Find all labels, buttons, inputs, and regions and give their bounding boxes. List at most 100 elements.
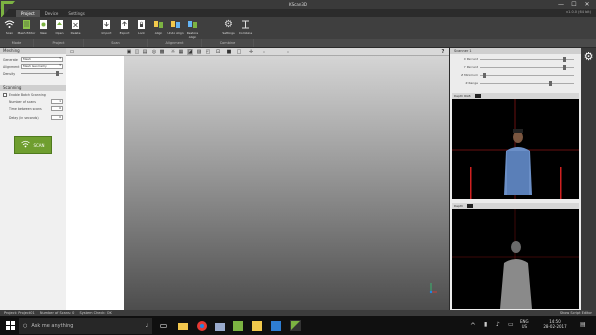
sphere-icon[interactable]: ◎ [151, 49, 157, 55]
microphone-icon[interactable]: ♩ [146, 323, 148, 329]
points-icon[interactable]: ▨ [196, 49, 202, 55]
num-scans-input[interactable]: 1 [51, 99, 63, 104]
cube-icon[interactable]: ▦ [178, 49, 184, 55]
density-label: Density [3, 71, 16, 76]
enable-batch-label: Enable Batch Scanning [9, 92, 46, 97]
open-project-icon [54, 19, 65, 30]
slider-row-2: Z Minimum [452, 72, 580, 78]
region-label: US [521, 324, 528, 329]
wireframe-icon[interactable]: ◪ [187, 49, 193, 55]
restore-align-icon [187, 19, 198, 30]
slider-row-1: Y Percent [452, 64, 580, 70]
delay-label: Delay (in seconds) [9, 115, 39, 120]
status-project: Project: Project01 [4, 311, 35, 315]
light-icon[interactable]: ☼ [170, 49, 176, 55]
tray-expand-icon[interactable]: ^ [470, 322, 476, 330]
align-icon [153, 19, 164, 30]
viewport-side-pane[interactable] [66, 56, 124, 310]
viewport-folder-icon[interactable]: ▭ [69, 49, 75, 55]
alignment-label: Alignment [3, 64, 20, 69]
depth-camera-icon [467, 204, 474, 208]
language-indicator[interactable]: ENG US [520, 319, 529, 329]
network-icon[interactable]: ▮ [484, 321, 487, 328]
time-between-label: Time between scans [9, 106, 42, 111]
taskbar-clock[interactable]: 14:50 28-02-2017 [540, 319, 570, 329]
title-bar: KScan3D — ☐ ✕ [0, 0, 596, 9]
group-mode: Mode [0, 39, 34, 47]
crop-icon[interactable]: ⊡ [215, 49, 221, 55]
z-range-slider[interactable] [480, 80, 574, 86]
view-mode-3-icon[interactable]: ▤ [142, 49, 148, 55]
viewport-field-2[interactable]: 0 [287, 50, 299, 54]
depth-feed [452, 209, 579, 309]
z-minimum-slider[interactable] [480, 72, 574, 78]
slider-label-3: Z Range [465, 81, 478, 85]
left-panel: Meshing Generate Mesh Alignment Mesh Geo… [0, 48, 66, 310]
delete-label: Delete [70, 31, 81, 35]
settings-gear-icon[interactable]: ⚙ [581, 50, 596, 63]
depth-tab-label: Depth [454, 204, 464, 208]
gear-icon: ⚙ [224, 19, 233, 30]
alignment-select[interactable]: Mesh Geometry [21, 64, 63, 69]
view-mode-2-icon[interactable]: ◫ [134, 49, 140, 55]
close-button[interactable]: ✕ [582, 0, 592, 9]
status-system: System Check: OK [79, 311, 112, 315]
num-scans-row: Number of scans 1 [0, 98, 66, 105]
viewport-3d[interactable] [124, 56, 449, 310]
batch-row: Enable Batch Scanning [0, 91, 66, 98]
rgb-feed [452, 99, 579, 199]
ribbon-groups: Mode Project Scan Alignment Combine [0, 39, 596, 47]
slider-label-1: Y Percent [463, 65, 478, 69]
enable-batch-checkbox[interactable] [3, 92, 7, 97]
help-icon[interactable]: ? [440, 49, 446, 55]
battery-icon[interactable]: ▭ [508, 321, 514, 328]
zoom-fit-icon[interactable]: □ [236, 49, 242, 55]
group-combine: Combine [202, 39, 254, 47]
chrome-icon[interactable] [196, 320, 207, 331]
photos-icon[interactable] [270, 320, 281, 331]
tab-device[interactable]: Device [40, 10, 64, 17]
version-label: v1.0.0 (64 bit) [566, 10, 591, 14]
slider-knob-0[interactable] [563, 56, 567, 62]
search-icon: ○ [23, 323, 28, 329]
texture-icon[interactable]: ▩ [159, 49, 165, 55]
stop-icon[interactable]: ■ [226, 49, 232, 55]
slider-label-2: Z Minimum [461, 73, 478, 77]
notifications-icon[interactable]: ▤ [580, 321, 586, 328]
tab-settings[interactable]: Settings [63, 10, 89, 17]
task-view-icon[interactable]: ▭ [158, 320, 169, 331]
kscan-taskbar-icon[interactable] [290, 320, 301, 331]
mesh-editor-icon [21, 19, 32, 30]
volume-icon[interactable]: ♪ [496, 321, 500, 328]
x-percent-slider[interactable] [480, 56, 574, 62]
depth-camera-view [452, 209, 579, 309]
tab-project[interactable]: Project [16, 10, 40, 17]
store-icon[interactable] [214, 320, 225, 331]
windows-start-icon[interactable] [5, 320, 16, 331]
delay-input[interactable]: 0 [51, 115, 63, 120]
view-mode-1-icon[interactable]: ▣ [126, 49, 132, 55]
minimize-button[interactable]: — [556, 0, 566, 9]
density-slider-knob[interactable] [56, 71, 59, 76]
viewport-field-1[interactable]: 0 [263, 50, 275, 54]
slider-knob-3[interactable] [549, 80, 552, 86]
terminal-icon[interactable] [232, 320, 243, 331]
move-icon[interactable]: ✛ [248, 49, 254, 55]
file-explorer-icon[interactable] [177, 320, 188, 331]
maximize-button[interactable]: ☐ [569, 0, 579, 9]
slider-knob-1[interactable] [563, 64, 567, 70]
y-percent-slider[interactable] [480, 64, 574, 70]
sticky-notes-icon[interactable] [251, 320, 262, 331]
generate-select[interactable]: Mesh [21, 57, 63, 62]
slider-row-0: X Percent [452, 56, 580, 62]
time-between-row: Time between scans 0 [0, 105, 66, 112]
scan-button[interactable]: SCAN [14, 136, 52, 154]
generate-label: Generate [3, 57, 18, 62]
slider-knob-2[interactable] [483, 72, 487, 78]
select-icon[interactable]: ◰ [205, 49, 211, 55]
density-slider[interactable] [21, 71, 63, 76]
group-alignment: Alignment [148, 39, 202, 47]
delay-row: Delay (in seconds) 0 [0, 114, 66, 121]
time-between-input[interactable]: 0 [51, 106, 63, 111]
taskbar-search[interactable]: ○ Ask me anything ♩ [19, 318, 152, 334]
